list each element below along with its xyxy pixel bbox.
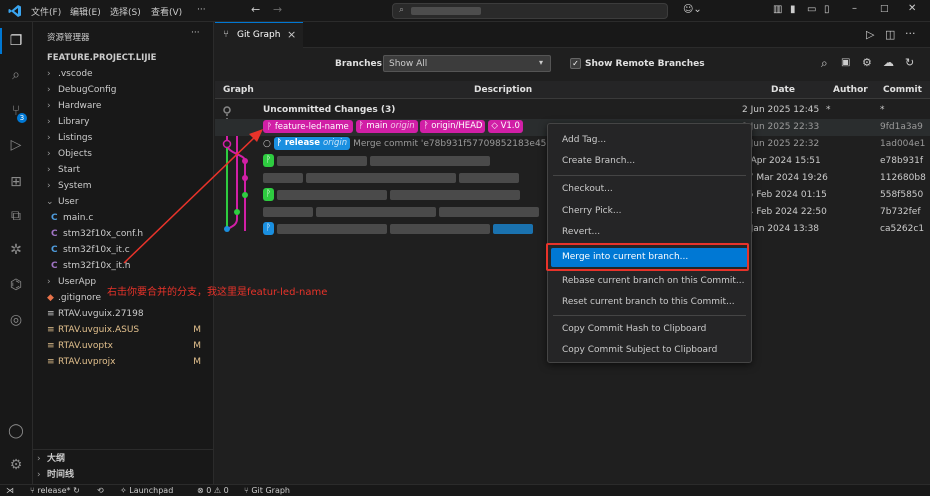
arrow-line xyxy=(123,134,258,264)
sync-icon: ↻ xyxy=(73,486,80,495)
branch-status[interactable]: ⑂ release* ↻ xyxy=(30,485,80,496)
annotation-text: 右击你要合并的分支，我这里是featur-led-name xyxy=(107,287,328,298)
launchpad-label: Launchpad xyxy=(129,486,174,495)
status-bar: ⋊ ⑂ release* ↻ ⟲ ✧ Launchpad ⊗ 0 ⚠ 0 ⑂ G… xyxy=(0,484,930,496)
launchpad-status[interactable]: ✧ Launchpad xyxy=(120,485,173,496)
branch-icon: ⑂ xyxy=(30,486,35,495)
launchpad-icon: ✧ xyxy=(120,486,127,495)
forward-ports-icon[interactable]: ⟲ xyxy=(97,485,104,496)
remote-icon[interactable]: ⋊ xyxy=(6,485,14,496)
gitgraph-label: Git Graph xyxy=(251,486,290,495)
git-graph-icon: ⑂ xyxy=(244,486,249,495)
annotation-arrow xyxy=(123,129,263,264)
problems-status[interactable]: ⊗ 0 ⚠ 0 xyxy=(197,485,229,496)
branch-status-label: release* xyxy=(37,486,71,495)
gitgraph-status[interactable]: ⑂ Git Graph xyxy=(244,485,290,496)
